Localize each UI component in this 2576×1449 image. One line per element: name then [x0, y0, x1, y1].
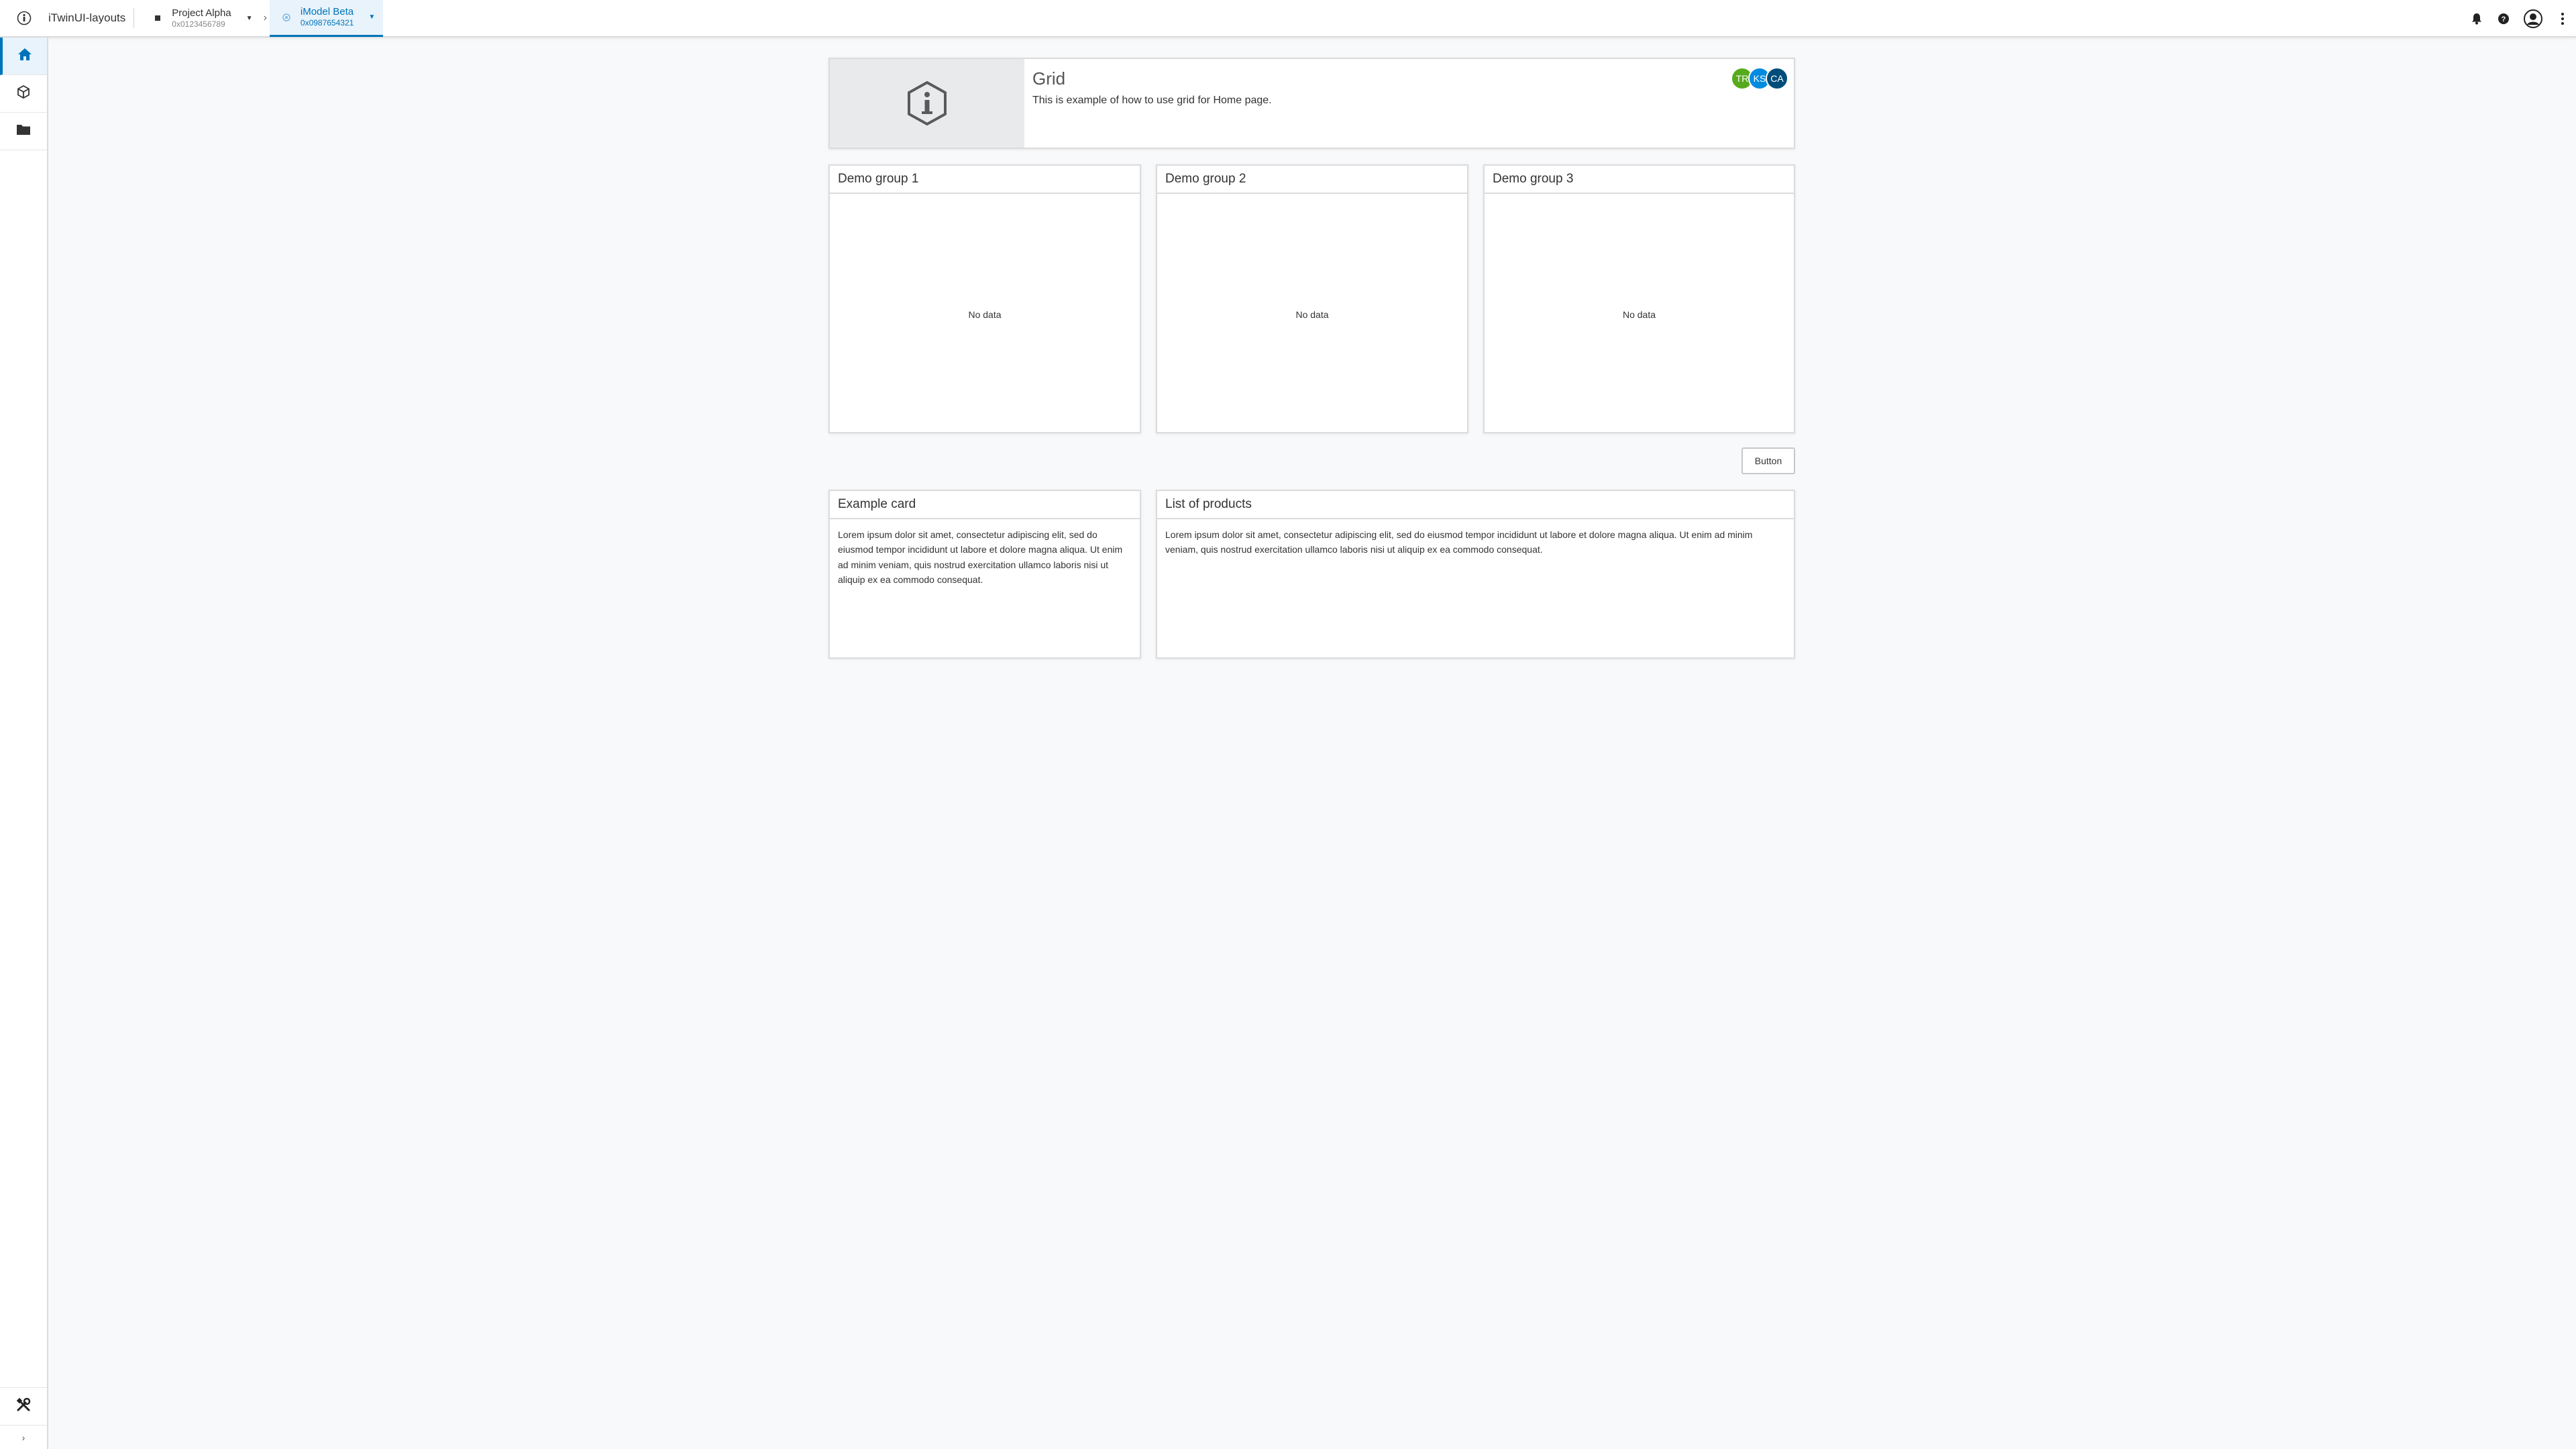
folder-icon [16, 123, 31, 139]
demo-group-title: Demo group 1 [830, 166, 1140, 194]
sidebar-item-home[interactable] [0, 38, 47, 75]
avatar-group: TR KS CA [1731, 67, 1788, 90]
demo-group-card: Demo group 2 No data [1156, 164, 1468, 433]
header-divider [133, 8, 135, 28]
imodel-id: 0x0987654321 [300, 18, 354, 28]
info-hexagon-icon [908, 80, 947, 126]
no-data-label: No data [968, 309, 1002, 320]
project-icon [150, 15, 165, 21]
example-card-text: Lorem ipsum dolor sit amet, consectetur … [838, 529, 1123, 586]
project-name: Project Alpha [172, 7, 231, 19]
example-card-title: Example card [830, 491, 1140, 519]
project-selector[interactable]: Project Alpha 0x0123456789 ▼ [141, 0, 260, 37]
no-data-label: No data [1295, 309, 1329, 320]
tile-title: Grid [1032, 68, 1066, 89]
breadcrumb-separator-icon: › [263, 12, 267, 23]
tile-thumbnail [830, 59, 1024, 148]
bentley-logo-icon[interactable] [0, 0, 48, 37]
sidebar-item-folder[interactable] [0, 113, 47, 150]
imodel-icon [279, 13, 294, 22]
user-avatar-icon[interactable] [2517, 0, 2549, 38]
svg-text:?: ? [2502, 15, 2506, 23]
demo-group-card: Demo group 3 No data [1483, 164, 1795, 433]
bell-icon[interactable] [2463, 0, 2490, 38]
app-header: iTwinUI-layouts Project Alpha 0x01234567… [0, 0, 2576, 38]
chevron-right-icon: › [21, 1432, 25, 1443]
products-card-text: Lorem ipsum dolor sit amet, consectetur … [1165, 529, 1753, 555]
sidebar-item-model[interactable] [0, 75, 47, 113]
project-id: 0x0123456789 [172, 19, 225, 29]
cube-icon [16, 85, 31, 103]
imodel-selector[interactable]: iModel Beta 0x0987654321 ▼ [269, 0, 384, 37]
example-card: Example card Lorem ipsum dolor sit amet,… [828, 490, 1141, 659]
sidebar-expand-button[interactable]: › [0, 1425, 47, 1449]
home-icon [17, 48, 32, 64]
chevron-down-icon: ▼ [368, 13, 376, 21]
products-card-title: List of products [1157, 491, 1794, 519]
app-title[interactable]: iTwinUI-layouts [48, 11, 133, 25]
tile-description: This is example of how to use grid for H… [1032, 95, 1272, 106]
help-icon[interactable]: ? [2490, 0, 2517, 38]
side-navigation: › [0, 38, 48, 1449]
grid-tile[interactable]: Grid This is example of how to use grid … [828, 58, 1795, 149]
avatar[interactable]: CA [1766, 67, 1788, 90]
action-button[interactable]: Button [1741, 447, 1795, 474]
more-vertical-icon[interactable] [2549, 0, 2576, 38]
demo-group-title: Demo group 2 [1157, 166, 1467, 194]
no-data-label: No data [1622, 309, 1656, 320]
chevron-down-icon: ▼ [246, 14, 253, 22]
demo-group-title: Demo group 3 [1485, 166, 1794, 194]
products-card: List of products Lorem ipsum dolor sit a… [1156, 490, 1795, 659]
demo-group-card: Demo group 1 No data [828, 164, 1141, 433]
sidebar-item-tools[interactable] [0, 1387, 47, 1425]
imodel-name: iModel Beta [300, 6, 354, 18]
tools-icon [16, 1397, 31, 1415]
